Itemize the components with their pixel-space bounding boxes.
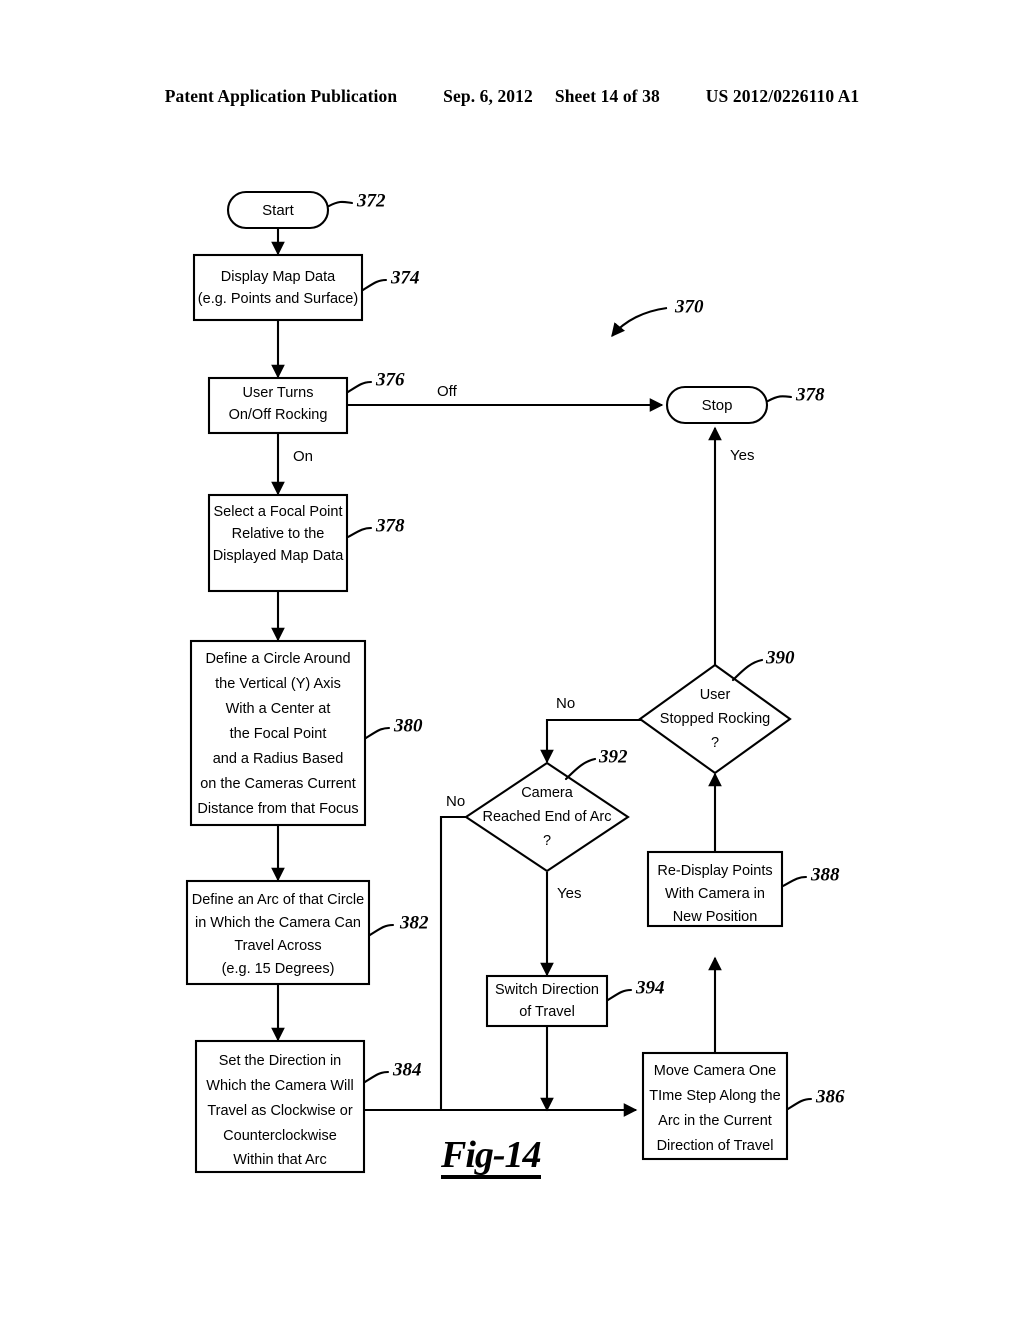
node-camera-reached-end-line-2: Reached End of Arc <box>483 809 612 825</box>
ref-390: 390 <box>765 647 795 668</box>
node-define-circle-line-3: With a Center at <box>226 701 331 717</box>
node-redisplay-points-line-1: Re-Display Points <box>657 863 772 879</box>
ref-370: 370 <box>674 296 704 317</box>
patent-drawing-page: Patent Application Publication Sep. 6, 2… <box>0 0 1024 1320</box>
node-set-direction-line-4: Counterclockwise <box>223 1128 337 1144</box>
leader-380 <box>364 726 391 740</box>
ref-372: 372 <box>356 190 386 211</box>
ref-394: 394 <box>635 977 665 998</box>
node-set-direction-line-3: Travel as Clockwise or <box>207 1103 352 1119</box>
node-move-camera-line-3: Arc in the Current <box>658 1113 772 1129</box>
node-stop-label: Stop <box>702 397 733 414</box>
node-define-circle-line-1: Define a Circle Around <box>205 651 350 667</box>
node-switch-direction-line-1: Switch Direction <box>495 982 599 998</box>
ref-386: 386 <box>815 1086 845 1107</box>
ref-380: 380 <box>393 715 423 736</box>
ref-376: 376 <box>375 369 405 390</box>
node-user-turns-rocking-line-2: On/Off Rocking <box>229 407 328 423</box>
node-set-direction-line-2: Which the Camera Will <box>206 1078 353 1094</box>
node-set-direction-line-5: Within that Arc <box>233 1152 326 1168</box>
leader-378-stop <box>766 395 793 403</box>
edge-label-off: Off <box>437 383 458 400</box>
node-display-map-data-line-2: (e.g. Points and Surface) <box>198 291 358 307</box>
node-select-focal-point-line-3: Displayed Map Data <box>213 548 344 564</box>
node-define-arc-line-2: in Which the Camera Can <box>195 915 361 931</box>
node-move-camera-line-4: Direction of Travel <box>657 1138 774 1154</box>
node-define-circle-line-6: on the Cameras Current <box>200 776 356 792</box>
ref-374: 374 <box>390 267 420 288</box>
figure-caption-text: Fig-14 <box>441 1134 542 1176</box>
edge-no-392-to-bus <box>439 815 466 1110</box>
node-define-circle-line-7: Distance from that Focus <box>197 801 358 817</box>
leader-394 <box>606 988 633 1002</box>
node-display-map-data-line-1: Display Map Data <box>221 269 336 285</box>
leader-392 <box>564 757 597 781</box>
leader-388 <box>781 875 808 888</box>
ref-382: 382 <box>399 912 429 933</box>
ref-378-stop: 378 <box>795 384 825 405</box>
node-user-stopped-rocking-line-2: Stopped Rocking <box>660 711 770 727</box>
ref-378-focal: 378 <box>375 515 405 536</box>
edge-no-390-to-392 <box>540 718 645 764</box>
node-define-arc-line-1: Define an Arc of that Circle <box>192 892 364 908</box>
node-move-camera-line-2: TIme Step Along the <box>649 1088 780 1104</box>
node-select-focal-point-line-2: Relative to the <box>232 526 325 542</box>
node-select-focal-point-line-1: Select a Focal Point <box>214 504 343 520</box>
node-move-camera-line-1: Move Camera One <box>654 1063 777 1079</box>
node-define-circle-line-5: and a Radius Based <box>213 751 344 767</box>
leader-376 <box>346 380 373 394</box>
node-user-turns-rocking-line-1: User Turns <box>243 385 314 401</box>
node-user-stopped-rocking-line-1: User <box>700 687 731 703</box>
node-set-direction-line-1: Set the Direction in <box>219 1053 342 1069</box>
node-user-stopped-rocking-line-3: ? <box>711 735 719 751</box>
ref-384: 384 <box>392 1059 422 1080</box>
leader-390 <box>731 658 764 682</box>
leader-386 <box>786 1097 813 1111</box>
edge-label-on: On <box>293 448 313 465</box>
ref-388: 388 <box>810 864 840 885</box>
node-start-label: Start <box>262 202 295 219</box>
flowchart-370: Start 372 Display Map Data (e.g. Points … <box>185 190 845 1174</box>
node-define-circle-line-4: the Focal Point <box>230 726 327 742</box>
leader-378-focal <box>346 526 373 539</box>
leader-372 <box>327 200 354 208</box>
edge-label-yes-to-stop: Yes <box>730 447 754 464</box>
leader-384 <box>363 1070 390 1084</box>
node-camera-reached-end-line-3: ? <box>543 833 551 849</box>
node-define-arc-line-3: Travel Across <box>234 938 321 954</box>
leader-374 <box>361 278 388 292</box>
leader-370-arrow <box>611 306 668 338</box>
edge-label-no-390: No <box>556 695 575 712</box>
node-switch-direction-line-2: of Travel <box>519 1004 575 1020</box>
ref-392: 392 <box>598 746 628 767</box>
node-redisplay-points-line-2: With Camera in <box>665 886 765 902</box>
node-define-arc-line-4: (e.g. 15 Degrees) <box>222 961 335 977</box>
edge-label-no-392: No <box>446 793 465 810</box>
figure-caption: Fig-14 <box>441 1133 542 1179</box>
node-camera-reached-end-line-1: Camera <box>521 785 574 801</box>
node-define-circle-line-2: the Vertical (Y) Axis <box>215 676 341 692</box>
node-redisplay-points-line-3: New Position <box>673 909 758 925</box>
leader-382 <box>368 923 395 937</box>
edge-label-yes-392: Yes <box>557 885 581 902</box>
node-display-map-data <box>192 253 364 322</box>
